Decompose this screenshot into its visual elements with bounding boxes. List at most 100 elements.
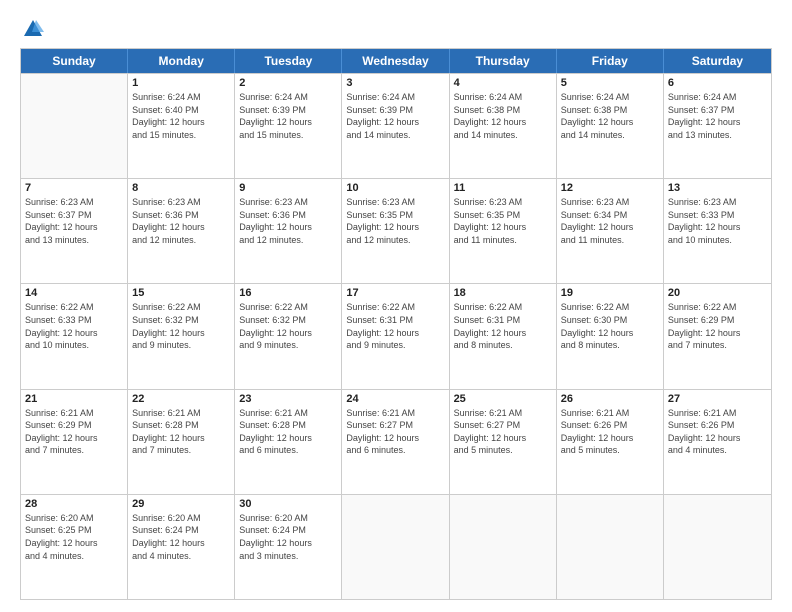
- calendar-row-1: 1 Sunrise: 6:24 AM Sunset: 6:40 PM Daylig…: [21, 73, 771, 178]
- header-day-thursday: Thursday: [450, 49, 557, 73]
- cell-sun-info: Sunrise: 6:23 AM Sunset: 6:37 PM Dayligh…: [25, 196, 123, 246]
- calendar-header: SundayMondayTuesdayWednesdayThursdayFrid…: [21, 49, 771, 73]
- cell-sun-info: Sunrise: 6:24 AM Sunset: 6:38 PM Dayligh…: [561, 91, 659, 141]
- header-day-monday: Monday: [128, 49, 235, 73]
- calendar-row-3: 14 Sunrise: 6:22 AM Sunset: 6:33 PM Dayli…: [21, 283, 771, 388]
- calendar-cell: 16 Sunrise: 6:22 AM Sunset: 6:32 PM Dayli…: [235, 284, 342, 388]
- cell-sun-info: Sunrise: 6:24 AM Sunset: 6:38 PM Dayligh…: [454, 91, 552, 141]
- cell-sun-info: Sunrise: 6:24 AM Sunset: 6:37 PM Dayligh…: [668, 91, 767, 141]
- calendar-cell: 6 Sunrise: 6:24 AM Sunset: 6:37 PM Daylig…: [664, 74, 771, 178]
- day-number: 23: [239, 393, 337, 405]
- calendar: SundayMondayTuesdayWednesdayThursdayFrid…: [20, 48, 772, 600]
- cell-sun-info: Sunrise: 6:22 AM Sunset: 6:31 PM Dayligh…: [346, 301, 444, 351]
- calendar-cell: 17 Sunrise: 6:22 AM Sunset: 6:31 PM Dayli…: [342, 284, 449, 388]
- day-number: 8: [132, 182, 230, 194]
- day-number: 7: [25, 182, 123, 194]
- calendar-row-2: 7 Sunrise: 6:23 AM Sunset: 6:37 PM Daylig…: [21, 178, 771, 283]
- header-day-sunday: Sunday: [21, 49, 128, 73]
- calendar-cell: 9Sunrise: 6:23 AM Sunset: 6:36 PM Daylig…: [235, 179, 342, 283]
- day-number: 28: [25, 498, 123, 510]
- calendar-cell: [450, 495, 557, 599]
- calendar-cell: 24 Sunrise: 6:21 AM Sunset: 6:27 PM Dayli…: [342, 390, 449, 494]
- calendar-cell: [21, 74, 128, 178]
- cell-sun-info: Sunrise: 6:21 AM Sunset: 6:26 PM Dayligh…: [668, 407, 767, 457]
- calendar-cell: 7 Sunrise: 6:23 AM Sunset: 6:37 PM Daylig…: [21, 179, 128, 283]
- calendar-cell: [664, 495, 771, 599]
- day-number: 20: [668, 287, 767, 299]
- calendar-cell: 5 Sunrise: 6:24 AM Sunset: 6:38 PM Daylig…: [557, 74, 664, 178]
- page: SundayMondayTuesdayWednesdayThursdayFrid…: [0, 0, 792, 612]
- day-number: 24: [346, 393, 444, 405]
- calendar-cell: 20 Sunrise: 6:22 AM Sunset: 6:29 PM Dayli…: [664, 284, 771, 388]
- calendar-cell: 14 Sunrise: 6:22 AM Sunset: 6:33 PM Dayli…: [21, 284, 128, 388]
- cell-sun-info: Sunrise: 6:23 AM Sunset: 6:35 PM Dayligh…: [346, 196, 444, 246]
- cell-sun-info: Sunrise: 6:24 AM Sunset: 6:40 PM Dayligh…: [132, 91, 230, 141]
- calendar-cell: 22Sunrise: 6:21 AM Sunset: 6:28 PM Dayli…: [128, 390, 235, 494]
- day-number: 18: [454, 287, 552, 299]
- cell-sun-info: Sunrise: 6:24 AM Sunset: 6:39 PM Dayligh…: [346, 91, 444, 141]
- day-number: 19: [561, 287, 659, 299]
- calendar-cell: 12 Sunrise: 6:23 AM Sunset: 6:34 PM Dayli…: [557, 179, 664, 283]
- calendar-cell: 11 Sunrise: 6:23 AM Sunset: 6:35 PM Dayli…: [450, 179, 557, 283]
- calendar-cell: 28 Sunrise: 6:20 AM Sunset: 6:25 PM Dayli…: [21, 495, 128, 599]
- calendar-cell: 1 Sunrise: 6:24 AM Sunset: 6:40 PM Daylig…: [128, 74, 235, 178]
- day-number: 14: [25, 287, 123, 299]
- cell-sun-info: Sunrise: 6:23 AM Sunset: 6:36 PM Dayligh…: [239, 196, 337, 246]
- day-number: 15: [132, 287, 230, 299]
- day-number: 11: [454, 182, 552, 194]
- header-day-friday: Friday: [557, 49, 664, 73]
- cell-sun-info: Sunrise: 6:22 AM Sunset: 6:32 PM Dayligh…: [239, 301, 337, 351]
- calendar-cell: 2 Sunrise: 6:24 AM Sunset: 6:39 PM Daylig…: [235, 74, 342, 178]
- cell-sun-info: Sunrise: 6:22 AM Sunset: 6:31 PM Dayligh…: [454, 301, 552, 351]
- calendar-cell: [557, 495, 664, 599]
- day-number: 1: [132, 77, 230, 89]
- calendar-cell: 26 Sunrise: 6:21 AM Sunset: 6:26 PM Dayli…: [557, 390, 664, 494]
- day-number: 13: [668, 182, 767, 194]
- day-number: 5: [561, 77, 659, 89]
- calendar-cell: 29 Sunrise: 6:20 AM Sunset: 6:24 PM Dayli…: [128, 495, 235, 599]
- cell-sun-info: Sunrise: 6:23 AM Sunset: 6:35 PM Dayligh…: [454, 196, 552, 246]
- day-number: 30: [239, 498, 337, 510]
- day-number: 16: [239, 287, 337, 299]
- cell-sun-info: Sunrise: 6:20 AM Sunset: 6:24 PM Dayligh…: [239, 512, 337, 562]
- cell-sun-info: Sunrise: 6:24 AM Sunset: 6:39 PM Dayligh…: [239, 91, 337, 141]
- day-number: 27: [668, 393, 767, 405]
- cell-sun-info: Sunrise: 6:22 AM Sunset: 6:33 PM Dayligh…: [25, 301, 123, 351]
- header-day-wednesday: Wednesday: [342, 49, 449, 73]
- day-number: 4: [454, 77, 552, 89]
- cell-sun-info: Sunrise: 6:21 AM Sunset: 6:27 PM Dayligh…: [454, 407, 552, 457]
- calendar-cell: 18 Sunrise: 6:22 AM Sunset: 6:31 PM Dayli…: [450, 284, 557, 388]
- cell-sun-info: Sunrise: 6:23 AM Sunset: 6:36 PM Dayligh…: [132, 196, 230, 246]
- cell-sun-info: Sunrise: 6:23 AM Sunset: 6:34 PM Dayligh…: [561, 196, 659, 246]
- calendar-cell: 27 Sunrise: 6:21 AM Sunset: 6:26 PM Dayli…: [664, 390, 771, 494]
- calendar-cell: 19Sunrise: 6:22 AM Sunset: 6:30 PM Dayli…: [557, 284, 664, 388]
- cell-sun-info: Sunrise: 6:21 AM Sunset: 6:29 PM Dayligh…: [25, 407, 123, 457]
- calendar-cell: 3 Sunrise: 6:24 AM Sunset: 6:39 PM Daylig…: [342, 74, 449, 178]
- calendar-row-4: 21 Sunrise: 6:21 AM Sunset: 6:29 PM Dayli…: [21, 389, 771, 494]
- calendar-body: 1 Sunrise: 6:24 AM Sunset: 6:40 PM Daylig…: [21, 73, 771, 599]
- logo-icon: [22, 18, 44, 40]
- day-number: 21: [25, 393, 123, 405]
- day-number: 3: [346, 77, 444, 89]
- logo: [20, 18, 44, 40]
- day-number: 17: [346, 287, 444, 299]
- header-day-saturday: Saturday: [664, 49, 771, 73]
- day-number: 22: [132, 393, 230, 405]
- day-number: 10: [346, 182, 444, 194]
- cell-sun-info: Sunrise: 6:20 AM Sunset: 6:25 PM Dayligh…: [25, 512, 123, 562]
- day-number: 26: [561, 393, 659, 405]
- cell-sun-info: Sunrise: 6:22 AM Sunset: 6:32 PM Dayligh…: [132, 301, 230, 351]
- calendar-cell: 15 Sunrise: 6:22 AM Sunset: 6:32 PM Dayli…: [128, 284, 235, 388]
- day-number: 29: [132, 498, 230, 510]
- calendar-cell: [342, 495, 449, 599]
- cell-sun-info: Sunrise: 6:21 AM Sunset: 6:27 PM Dayligh…: [346, 407, 444, 457]
- cell-sun-info: Sunrise: 6:22 AM Sunset: 6:29 PM Dayligh…: [668, 301, 767, 351]
- cell-sun-info: Sunrise: 6:21 AM Sunset: 6:26 PM Dayligh…: [561, 407, 659, 457]
- calendar-cell: 13Sunrise: 6:23 AM Sunset: 6:33 PM Dayli…: [664, 179, 771, 283]
- day-number: 2: [239, 77, 337, 89]
- day-number: 12: [561, 182, 659, 194]
- cell-sun-info: Sunrise: 6:20 AM Sunset: 6:24 PM Dayligh…: [132, 512, 230, 562]
- header: [20, 18, 772, 40]
- day-number: 6: [668, 77, 767, 89]
- day-number: 25: [454, 393, 552, 405]
